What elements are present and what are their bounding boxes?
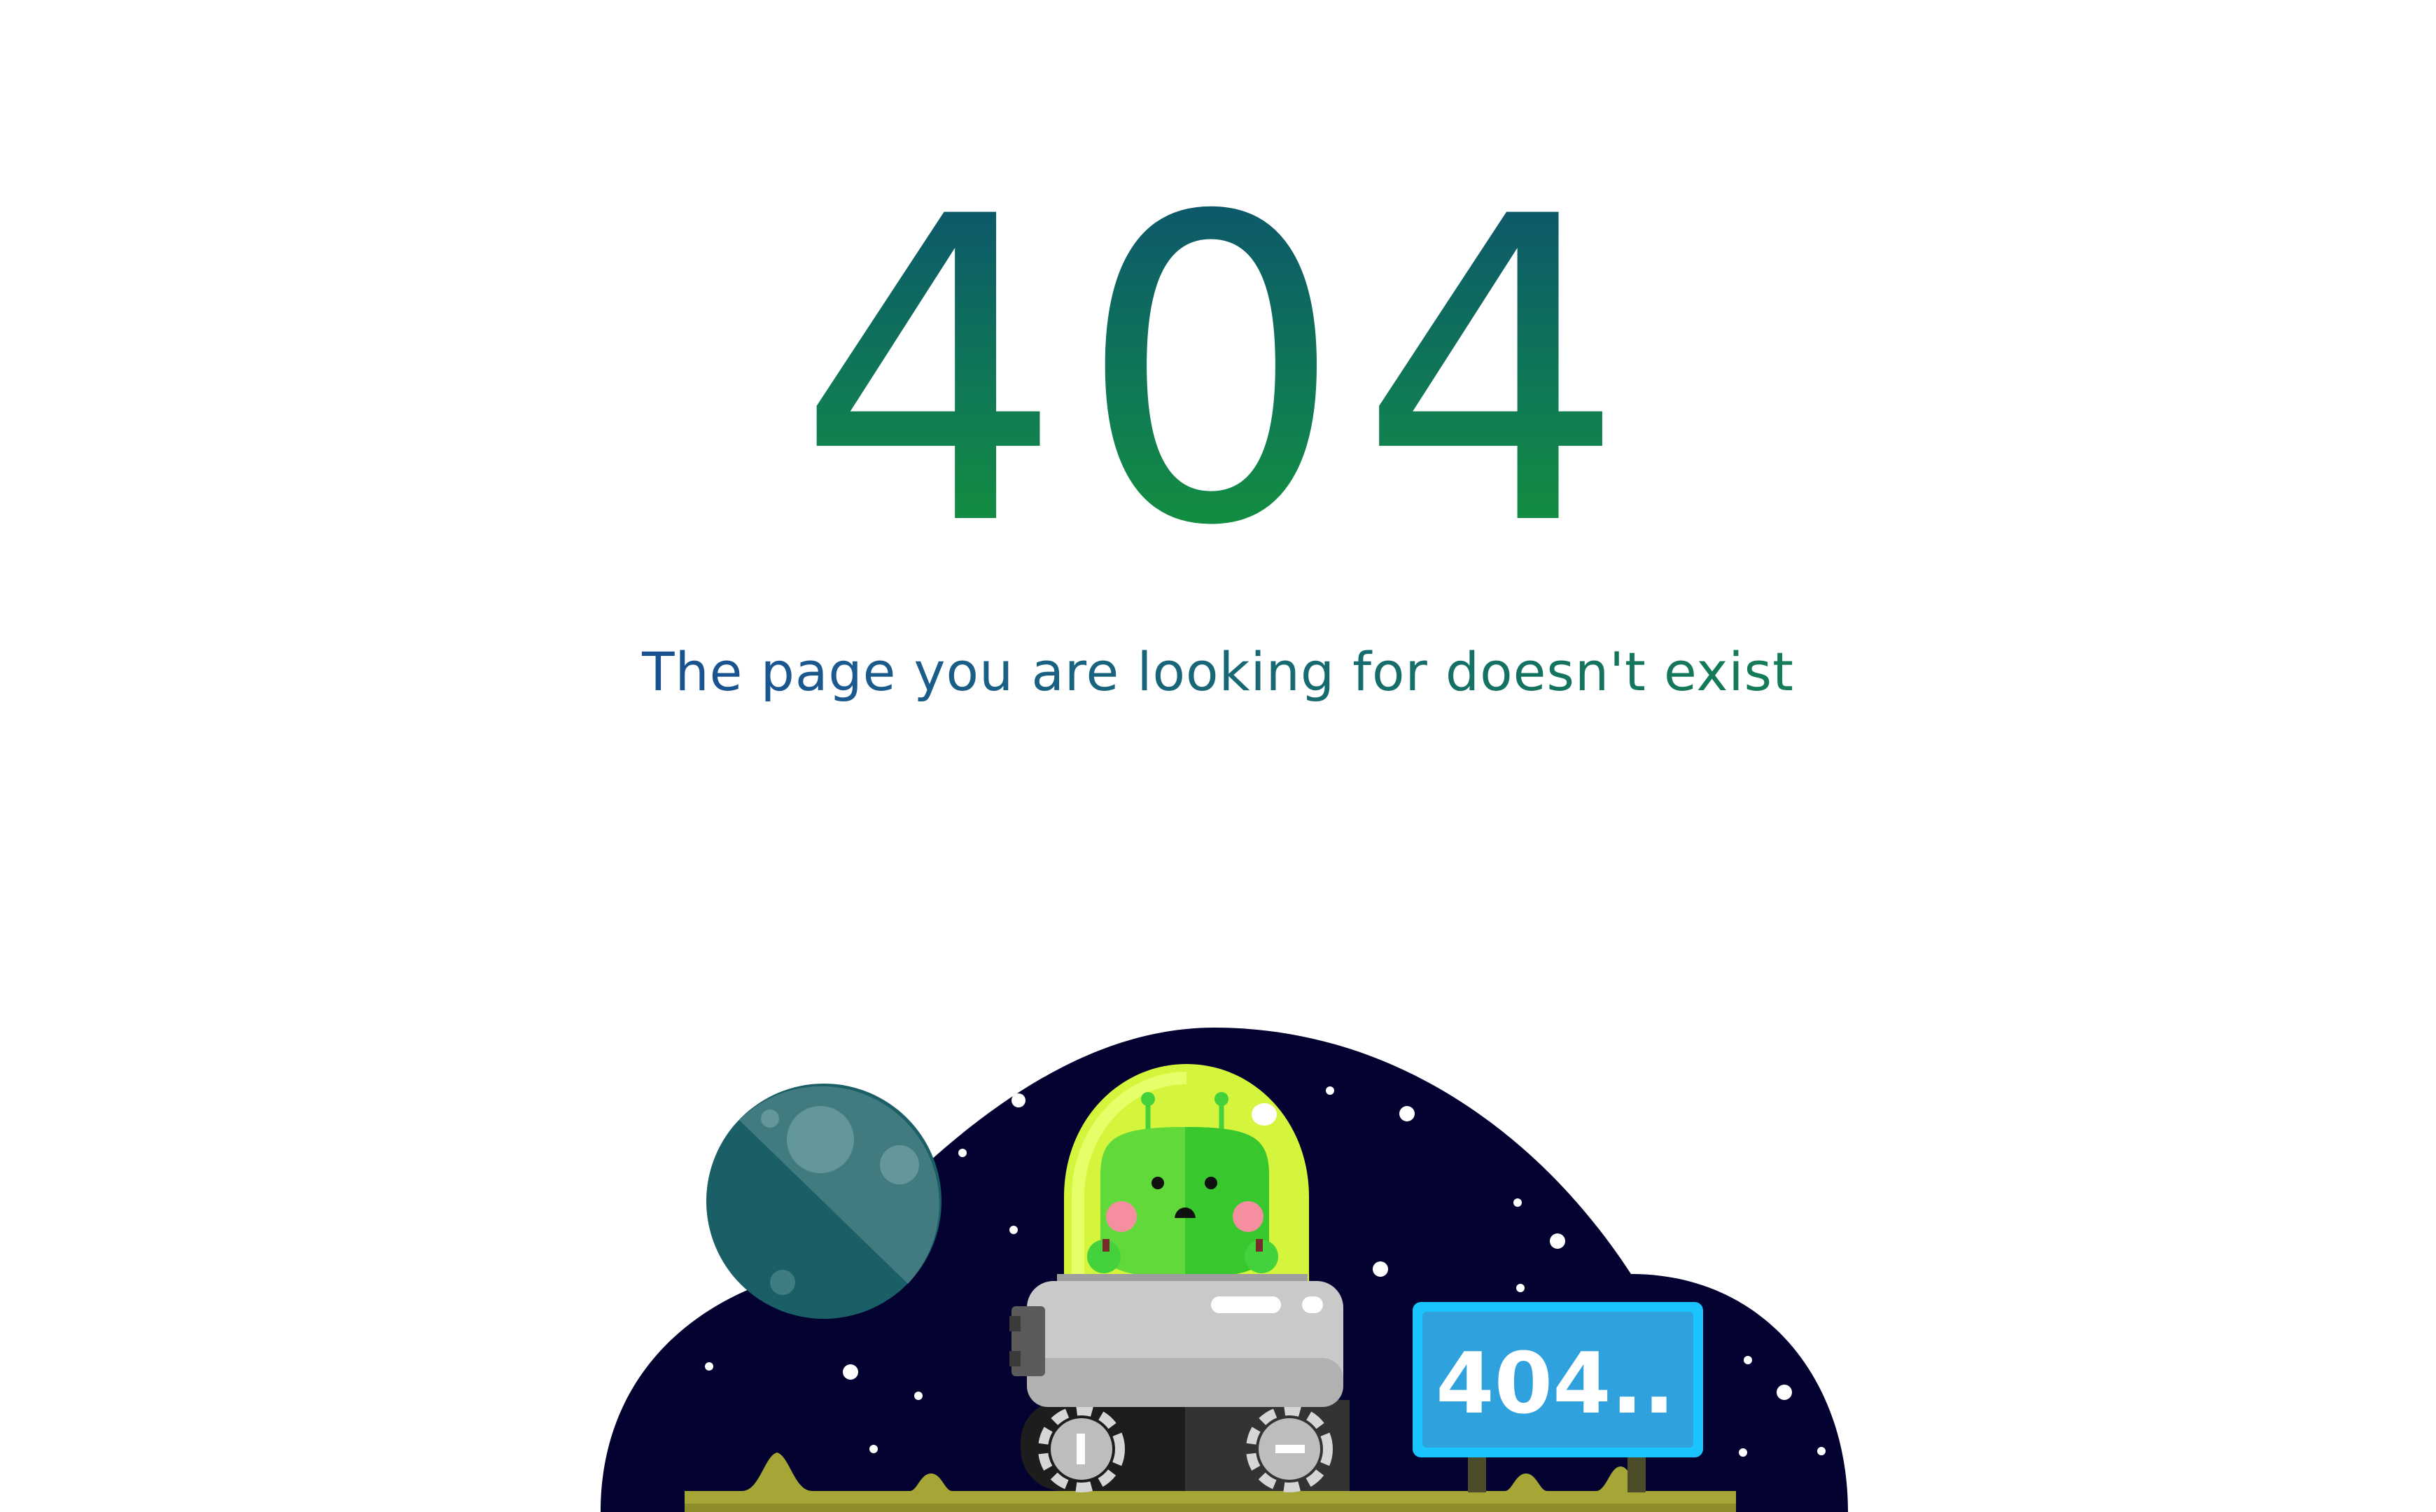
error-code-graphic: 404 (796, 128, 1639, 595)
planet-icon (706, 1084, 941, 1319)
error-message-text: The page you are looking for doesn't exi… (642, 640, 1794, 703)
error-code: 404 (796, 128, 1639, 595)
lost-alien-illustration: 404.. (601, 1028, 1848, 1512)
sign-text: 404.. (1436, 1336, 1675, 1433)
error-message: The page you are looking for doesn't exi… (0, 637, 2436, 707)
